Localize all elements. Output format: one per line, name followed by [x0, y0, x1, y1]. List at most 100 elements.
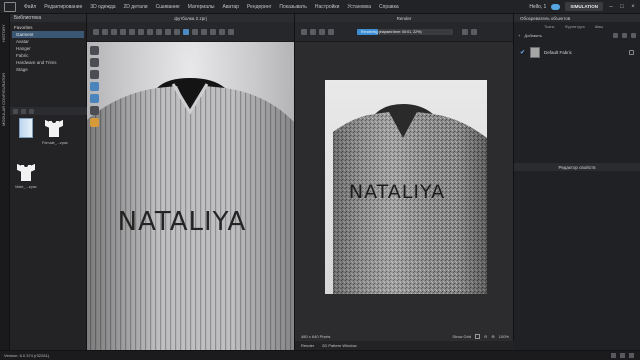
menu-help[interactable]: Справка — [375, 4, 403, 10]
app-logo — [4, 1, 16, 12]
render-image[interactable]: NATALIYA — [325, 80, 487, 294]
avatar-tool-icon[interactable] — [192, 28, 198, 35]
status-icon-2[interactable] — [620, 353, 625, 358]
menu-3d-garment[interactable]: 3D одежда — [86, 4, 119, 10]
tab-fabric[interactable]: Ткань — [544, 24, 555, 29]
zoom-out-icon[interactable]: ⊖ — [484, 334, 487, 339]
simulation-tool-icon[interactable] — [183, 28, 189, 35]
menu-2d-pattern[interactable]: 2D детали — [120, 4, 152, 10]
add-button[interactable]: Добавить — [524, 33, 542, 38]
3d-shirt-print: NATALIYA — [118, 207, 247, 237]
thumbnail-female-tshirt[interactable]: Female_...zpac — [42, 118, 68, 145]
show-grid-checkbox[interactable] — [475, 334, 481, 339]
simulation-mode-button[interactable]: SIMULATION — [565, 2, 603, 11]
plus-icon[interactable]: + — [518, 33, 520, 38]
avatar-display-icon[interactable] — [90, 118, 99, 127]
tab-seams[interactable]: Швы — [595, 24, 604, 29]
library-item-hanger[interactable]: Hanger — [12, 45, 84, 52]
tab-render[interactable]: Render — [301, 343, 314, 348]
view-side-icon[interactable] — [90, 70, 99, 79]
forward-icon[interactable] — [21, 108, 26, 114]
menu-edit[interactable]: Редактирование — [40, 4, 86, 10]
mesh-view-icon[interactable] — [90, 106, 99, 115]
pin-tool-icon[interactable] — [111, 28, 117, 35]
vertical-tab-strip: HISTORY MODULAR CONFIGURATOR — [0, 14, 10, 350]
tab-2d-pattern-window[interactable]: 2D Pattern Window — [322, 343, 356, 348]
render-option-icon[interactable] — [462, 28, 468, 35]
measure-tool-icon[interactable] — [129, 28, 135, 35]
history-tab[interactable]: HISTORY — [1, 18, 9, 48]
status-bar: Version: 6.0.374 (r32261) — [0, 350, 640, 360]
modular-configurator-tab[interactable]: MODULAR CONFIGURATOR — [1, 54, 9, 144]
library-item-garment[interactable]: Garment — [12, 31, 84, 38]
status-icon-3[interactable] — [629, 353, 634, 358]
render-size-label: 480 x 640 Pixels — [301, 334, 331, 339]
minimize-icon[interactable]: – — [608, 4, 614, 10]
select-tool-icon[interactable] — [93, 28, 99, 35]
object-browser-tabs: Ткань Фурнитура Швы — [514, 22, 640, 30]
thumbnail-male-tshirt[interactable]: Male_...zpac — [14, 162, 38, 189]
render-option-icon-2[interactable] — [471, 28, 477, 35]
fold-tool-icon[interactable] — [120, 28, 126, 35]
object-browser-panel: Обозреватель объектов Ткань Фурнитура Шв… — [514, 14, 640, 350]
delete-icon[interactable] — [622, 32, 627, 38]
menu-icon[interactable] — [631, 32, 636, 38]
zoom-in-icon[interactable]: ⊕ — [491, 334, 494, 339]
library-item-fabric[interactable]: Fabric — [12, 52, 84, 59]
render-bottom-tabs: Render 2D Pattern Window — [295, 341, 515, 350]
render-settings-icon[interactable] — [328, 28, 334, 35]
texture-tool-icon[interactable] — [138, 28, 144, 35]
back-icon[interactable] — [13, 108, 18, 114]
button-tool-icon[interactable] — [156, 28, 162, 35]
library-title: Библиотека — [10, 14, 86, 22]
render-tab[interactable]: Render — [295, 14, 513, 22]
library-tree-root[interactable]: Favorites — [12, 24, 84, 31]
view-back-icon[interactable] — [90, 58, 99, 67]
cloud-icon[interactable] — [551, 3, 561, 10]
menu-bar: Файл Редактирование 3D одежда 2D детали … — [0, 0, 640, 14]
copy-icon[interactable] — [613, 32, 618, 38]
view-mode-icon[interactable] — [29, 108, 34, 114]
menu-file[interactable]: Файл — [20, 4, 40, 10]
menu-render[interactable]: Рендеринг — [243, 4, 276, 10]
maximize-icon[interactable]: □ — [619, 4, 625, 10]
3d-viewport-tab[interactable]: футболка 2.zprj — [87, 14, 294, 22]
3d-canvas[interactable]: NATALIYA — [87, 42, 294, 350]
camera-tool-icon[interactable] — [201, 28, 207, 35]
fabric-name: Default Fabric — [544, 50, 573, 55]
library-item-stage[interactable]: Stage — [12, 66, 84, 73]
thumbnail-folder[interactable] — [14, 118, 38, 139]
menu-display[interactable]: Показывать — [275, 4, 310, 10]
folder-icon — [19, 118, 33, 138]
library-item-hardware[interactable]: Hardware and Trims — [12, 59, 84, 66]
texture-view-icon[interactable] — [90, 94, 99, 103]
move-tool-icon[interactable] — [102, 28, 108, 35]
close-icon[interactable]: × — [630, 4, 636, 10]
thumbnail-caption: Male_...zpac — [15, 185, 37, 189]
rendered-tshirt: NATALIYA — [333, 104, 487, 294]
library-panel: Библиотека Favorites Garment Avatar Hang… — [10, 14, 87, 350]
menu-preferences[interactable]: Установка — [343, 4, 375, 10]
menu-avatar[interactable]: Аватар — [219, 4, 243, 10]
user-label[interactable]: Hello, 1 — [529, 4, 546, 10]
zipper-tool-icon[interactable] — [165, 28, 171, 35]
render-save-icon[interactable] — [319, 28, 325, 35]
library-item-avatar[interactable]: Avatar — [12, 38, 84, 45]
fabric-list-item[interactable]: ✔ Default Fabric — [520, 46, 634, 59]
tape-tool-icon[interactable] — [174, 28, 180, 35]
render-play-icon[interactable] — [301, 28, 307, 35]
snapshot-tool-icon[interactable] — [219, 28, 225, 35]
render-tool-icon[interactable] — [210, 28, 216, 35]
graphic-tool-icon[interactable] — [147, 28, 153, 35]
menu-materials[interactable]: Материалы — [184, 4, 219, 10]
render-stop-icon[interactable] — [310, 28, 316, 35]
view-front-icon[interactable] — [90, 46, 99, 55]
menu-settings[interactable]: Настройки — [311, 4, 344, 10]
tab-trims[interactable]: Фурнитура — [565, 24, 585, 29]
display-tool-icon[interactable] — [228, 28, 234, 35]
menu-sewing[interactable]: Сшивание — [152, 4, 184, 10]
render-progress-bar: Rendering (elapsed time: 00:01, 22%) — [357, 28, 453, 35]
visibility-icon[interactable] — [629, 50, 634, 55]
view-mode-icon[interactable] — [90, 82, 99, 91]
status-icon[interactable] — [611, 353, 616, 358]
